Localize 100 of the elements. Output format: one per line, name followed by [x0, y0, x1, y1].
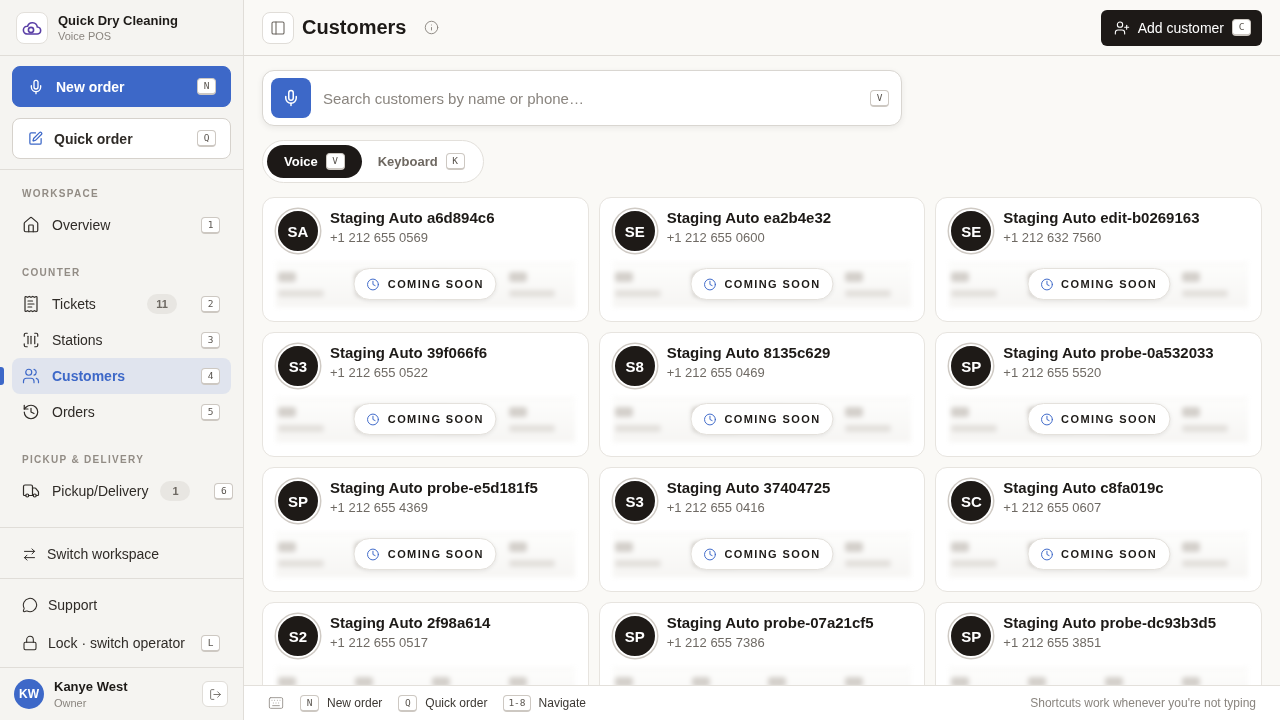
- coming-soon-badge: COMING SOON: [690, 268, 834, 300]
- footer-link[interactable]: Lock · switch operator L: [0, 625, 243, 661]
- customer-phone: +1 212 655 0416: [666, 500, 766, 515]
- customer-name: Staging Auto 2f98a614: [330, 614, 491, 631]
- edit-icon: [28, 131, 43, 146]
- clock-icon: [703, 547, 717, 561]
- footer-link[interactable]: Support: [0, 587, 243, 623]
- voice-search-button[interactable]: [271, 78, 311, 118]
- key-hint: Q: [197, 130, 216, 147]
- mode-tab[interactable]: Keyboard K: [363, 145, 479, 178]
- customer-card[interactable]: S8 Staging Auto 8135c629 +1 212 655 0469 COMING SOON: [598, 332, 926, 457]
- switch-workspace-link[interactable]: Switch workspace: [0, 536, 243, 572]
- customer-avatar: SP: [276, 479, 320, 523]
- customer-phone: +1 212 655 0522: [330, 365, 429, 380]
- customer-card[interactable]: SP Staging Auto probe-e5d181f5 +1 212 655 4369 COMING SOON: [262, 467, 589, 592]
- key-hint: N: [197, 78, 216, 95]
- nav-item[interactable]: Orders 5: [12, 394, 231, 430]
- customer-card[interactable]: SA Staging Auto a6d894c6 +1 212 655 0569 COMING SOON: [262, 197, 589, 322]
- key-hint: C: [1232, 19, 1251, 36]
- customer-avatar: S3: [276, 344, 320, 388]
- customer-avatar: S2: [276, 614, 320, 658]
- customer-name: Staging Auto probe-07a21cf5: [666, 614, 874, 631]
- info-icon[interactable]: [424, 20, 440, 35]
- history-icon: [22, 403, 40, 421]
- home-icon: [22, 216, 40, 234]
- customer-avatar: SC: [949, 479, 994, 523]
- add-user-icon: [1113, 19, 1130, 36]
- customer-card[interactable]: SP Staging Auto probe-dc93b3d5 +1 212 655 3851: [935, 602, 1262, 685]
- count-badge: 11: [147, 294, 177, 314]
- key-hint: 1-8: [503, 694, 531, 712]
- customer-phone: +1 212 655 5520: [1003, 365, 1103, 380]
- shortcut-label: New order: [327, 696, 383, 710]
- nav-item[interactable]: Stations 3: [12, 322, 231, 358]
- customer-card[interactable]: S2 Staging Auto 2f98a614 +1 212 655 0517: [262, 602, 589, 685]
- customer-avatar: SE: [949, 209, 994, 253]
- customer-card[interactable]: SE Staging Auto edit-b0269163 +1 212 632 7560 COMING SOON: [935, 197, 1262, 322]
- clock-icon: [366, 547, 380, 561]
- clock-icon: [703, 277, 717, 291]
- search-field[interactable]: Search customers by name or phone… V: [262, 70, 902, 126]
- lock-icon: [22, 635, 38, 651]
- key-hint: 5: [201, 403, 220, 421]
- customer-name: Staging Auto 8135c629: [666, 344, 831, 361]
- shortcut-label: Quick order: [425, 696, 488, 710]
- clock-icon: [1040, 412, 1054, 426]
- customer-name: Staging Auto ea2b4e32: [666, 209, 832, 226]
- nav-section-heading: PICKUP & DELIVERY: [21, 454, 146, 466]
- nav-item[interactable]: Tickets 11 2: [12, 286, 231, 322]
- clock-icon: [366, 277, 380, 291]
- customer-phone: +1 212 655 0469: [666, 365, 766, 380]
- customer-card[interactable]: S3 Staging Auto 37404725 +1 212 655 0416 COMING SOON: [598, 467, 926, 592]
- receipt-icon: [22, 295, 40, 313]
- quick-order-button[interactable]: Quick order Q: [12, 118, 231, 159]
- nav-item[interactable]: Pickup/Delivery 1 6: [12, 473, 231, 509]
- customer-name: Staging Auto c8fa019c: [1003, 479, 1164, 496]
- customer-card[interactable]: SE Staging Auto ea2b4e32 +1 212 655 0600 COMING SOON: [598, 197, 926, 322]
- customer-avatar: SP: [949, 344, 994, 388]
- user-avatar: KW: [14, 679, 44, 709]
- shortcut-label: Navigate: [538, 696, 586, 710]
- microphone-icon: [282, 89, 300, 107]
- customer-avatar: SE: [612, 209, 657, 253]
- customer-phone: +1 212 655 4369: [330, 500, 429, 515]
- customer-card[interactable]: SC Staging Auto c8fa019c +1 212 655 0607 COMING SOON: [935, 467, 1262, 592]
- truck-icon: [22, 482, 40, 500]
- add-customer-button[interactable]: Add customer C: [1100, 9, 1262, 46]
- key-hint: 4: [201, 367, 220, 385]
- coming-soon-badge: COMING SOON: [1027, 403, 1171, 435]
- coming-soon-badge: COMING SOON: [1027, 538, 1171, 570]
- swap-arrows-icon: [22, 546, 37, 562]
- customer-name: Staging Auto 39f066f6: [330, 344, 487, 361]
- selection-indicator: [0, 367, 4, 385]
- customer-name: Staging Auto a6d894c6: [330, 209, 495, 226]
- new-order-button[interactable]: New order N: [12, 66, 231, 107]
- key-hint: V: [325, 153, 345, 170]
- customer-avatar: SA: [276, 209, 320, 253]
- customer-name: Staging Auto edit-b0269163: [1003, 209, 1200, 226]
- count-badge: 1: [160, 481, 191, 501]
- mode-tab[interactable]: Voice V: [267, 145, 362, 178]
- coming-soon-badge: COMING SOON: [1027, 268, 1171, 300]
- customer-card[interactable]: SP Staging Auto probe-07a21cf5 +1 212 655 7386: [598, 602, 926, 685]
- nav-section-heading: COUNTER: [21, 267, 82, 279]
- keyboard-icon: [268, 695, 284, 711]
- key-hint: 2: [201, 295, 220, 313]
- search-input[interactable]: Search customers by name or phone…: [323, 87, 858, 109]
- customer-card[interactable]: S3 Staging Auto 39f066f6 +1 212 655 0522 COMING SOON: [262, 332, 589, 457]
- customer-avatar: S8: [612, 344, 657, 388]
- customer-phone: +1 212 655 0517: [330, 635, 429, 650]
- customer-name: Staging Auto probe-dc93b3d5: [1003, 614, 1217, 631]
- key-hint: L: [201, 634, 220, 652]
- nav-item[interactable]: Overview 1: [12, 207, 231, 243]
- sidebar-toggle-button[interactable]: [262, 11, 294, 44]
- key-hint: 3: [201, 331, 220, 349]
- customer-name: Staging Auto probe-e5d181f5: [330, 479, 538, 496]
- cloud-logo-icon: [16, 11, 48, 44]
- nav-section-heading: WORKSPACE: [21, 188, 101, 200]
- page-title: Customers: [302, 16, 407, 39]
- coming-soon-badge: COMING SOON: [690, 538, 834, 570]
- customer-card[interactable]: SP Staging Auto probe-0a532033 +1 212 655 5520 COMING SOON: [935, 332, 1262, 457]
- customer-phone: +1 212 632 7560: [1003, 230, 1103, 245]
- coming-soon-badge: COMING SOON: [353, 268, 497, 300]
- logout-button[interactable]: [202, 681, 228, 707]
